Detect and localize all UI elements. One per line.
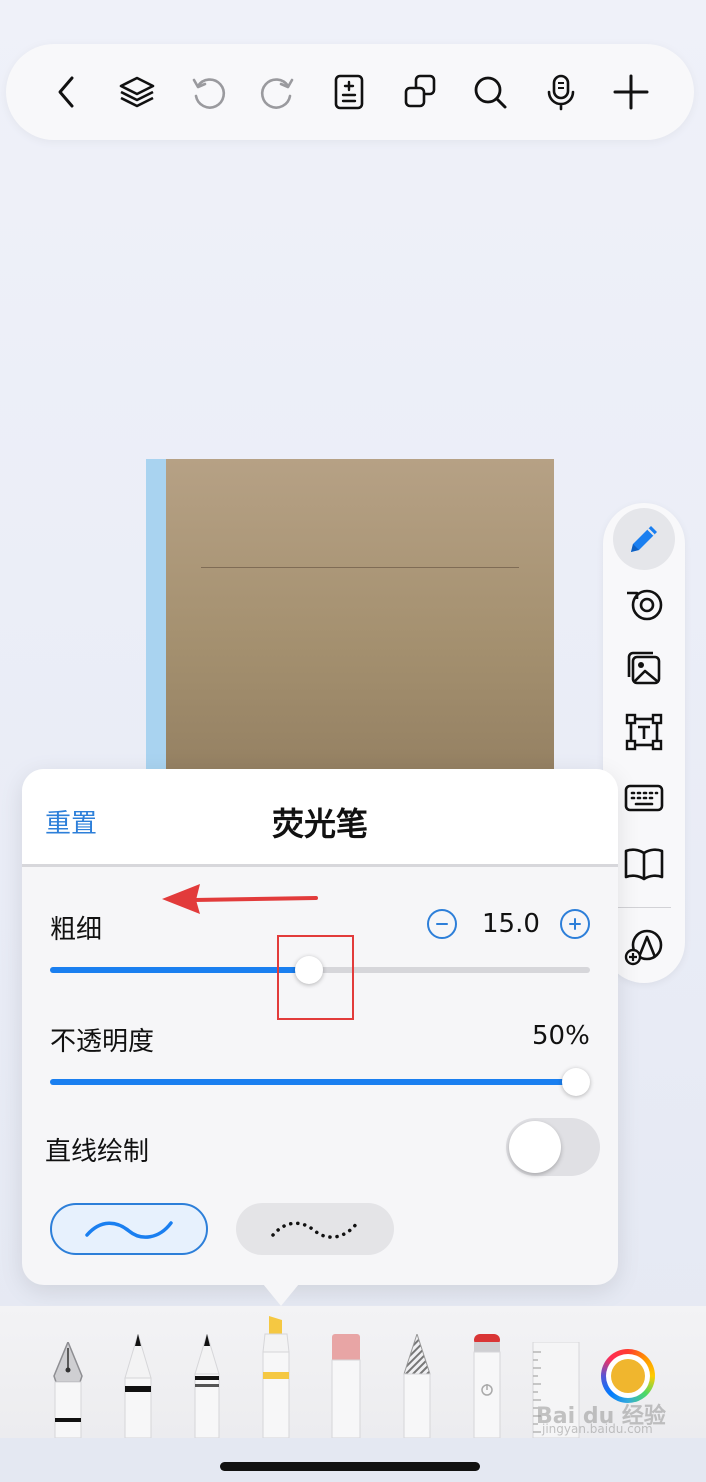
color-picker-button[interactable] (601, 1349, 655, 1403)
layers-button[interactable] (109, 64, 165, 120)
home-indicator (220, 1462, 480, 1471)
keyboard-tool-button[interactable] (613, 767, 675, 829)
fountain-pen-tool[interactable] (50, 1342, 86, 1438)
lasso-tool[interactable] (471, 1334, 503, 1438)
add-button[interactable] (603, 64, 659, 120)
text-tool-button[interactable] (613, 701, 675, 763)
popover-pointer (263, 1284, 299, 1306)
toggle-knob (509, 1121, 561, 1173)
microphone-icon (547, 74, 575, 111)
search-icon (474, 76, 507, 109)
notebook-cover[interactable] (146, 459, 554, 769)
notebook-spine (146, 459, 166, 769)
dotted-stroke-icon (271, 1221, 359, 1239)
popover-header: 重置 荧光笔 (22, 769, 618, 867)
thickness-value: 15.0 (482, 909, 540, 939)
annotation-highlight-box (277, 935, 354, 1020)
texture-pencil-tool[interactable] (402, 1334, 432, 1438)
opacity-slider[interactable] (50, 1062, 590, 1102)
eraser-tool[interactable] (331, 1334, 361, 1438)
smooth-stroke-icon (85, 1221, 173, 1239)
thickness-label: 粗细 (50, 915, 103, 945)
top-toolbar (6, 44, 694, 140)
slider-thumb[interactable] (562, 1068, 590, 1096)
duplicate-button[interactable] (392, 64, 448, 120)
popover-title: 荧光笔 (271, 805, 368, 843)
record-button[interactable] (533, 64, 589, 120)
highlighter-tool[interactable] (260, 1316, 292, 1438)
page-settings-button[interactable] (321, 64, 377, 120)
slider-fill (50, 967, 310, 973)
thickness-increase-button[interactable] (560, 909, 590, 939)
annotation-arrow (162, 884, 318, 914)
book-icon (624, 848, 664, 881)
redo-button[interactable] (250, 64, 306, 120)
redo-icon (260, 78, 294, 109)
notebook-title-line (201, 567, 519, 568)
thickness-decrease-button[interactable] (427, 909, 457, 939)
color-picker-ring (606, 1354, 650, 1398)
undo-button[interactable] (180, 64, 236, 120)
page-add-icon (334, 74, 364, 110)
highlighter-settings-popover: 重置 荧光笔 粗细 15.0 不透明度 50% 直线绘制 (22, 769, 618, 1285)
slider-fill (50, 1079, 576, 1085)
smooth-stroke-option[interactable] (50, 1203, 208, 1255)
keyboard-icon (624, 784, 664, 812)
ballpoint-pen-tool[interactable] (122, 1334, 154, 1438)
search-button[interactable] (462, 64, 518, 120)
straight-line-toggle[interactable] (506, 1118, 600, 1176)
text-box-icon (625, 713, 663, 751)
pen-tool-button[interactable] (613, 508, 675, 570)
pencil-icon (631, 526, 657, 552)
reader-tool-button[interactable] (613, 833, 675, 895)
layers-icon (119, 76, 155, 108)
rail-divider (617, 907, 671, 908)
chevron-left-icon (58, 76, 74, 108)
undo-icon (192, 78, 226, 109)
plus-icon (613, 74, 649, 110)
back-button[interactable] (40, 64, 96, 120)
dotted-stroke-option[interactable] (236, 1203, 394, 1255)
straight-line-label: 直线绘制 (45, 1137, 150, 1167)
opacity-value: 50% (532, 1021, 590, 1051)
tape-tool-button[interactable] (613, 573, 675, 635)
plus-icon (569, 918, 581, 930)
opacity-label: 不透明度 (50, 1027, 155, 1057)
minus-icon (436, 923, 448, 925)
shapes-tool-button[interactable] (613, 915, 675, 977)
copy-icon (404, 74, 436, 108)
add-shape-icon (624, 929, 663, 966)
baidu-watermark-url: jingyan.baidu.com (542, 1422, 653, 1436)
image-icon (627, 651, 661, 685)
tape-icon (627, 589, 663, 621)
image-tool-button[interactable] (613, 637, 675, 699)
current-color-swatch (611, 1359, 645, 1393)
pencil-tool[interactable] (192, 1334, 222, 1438)
